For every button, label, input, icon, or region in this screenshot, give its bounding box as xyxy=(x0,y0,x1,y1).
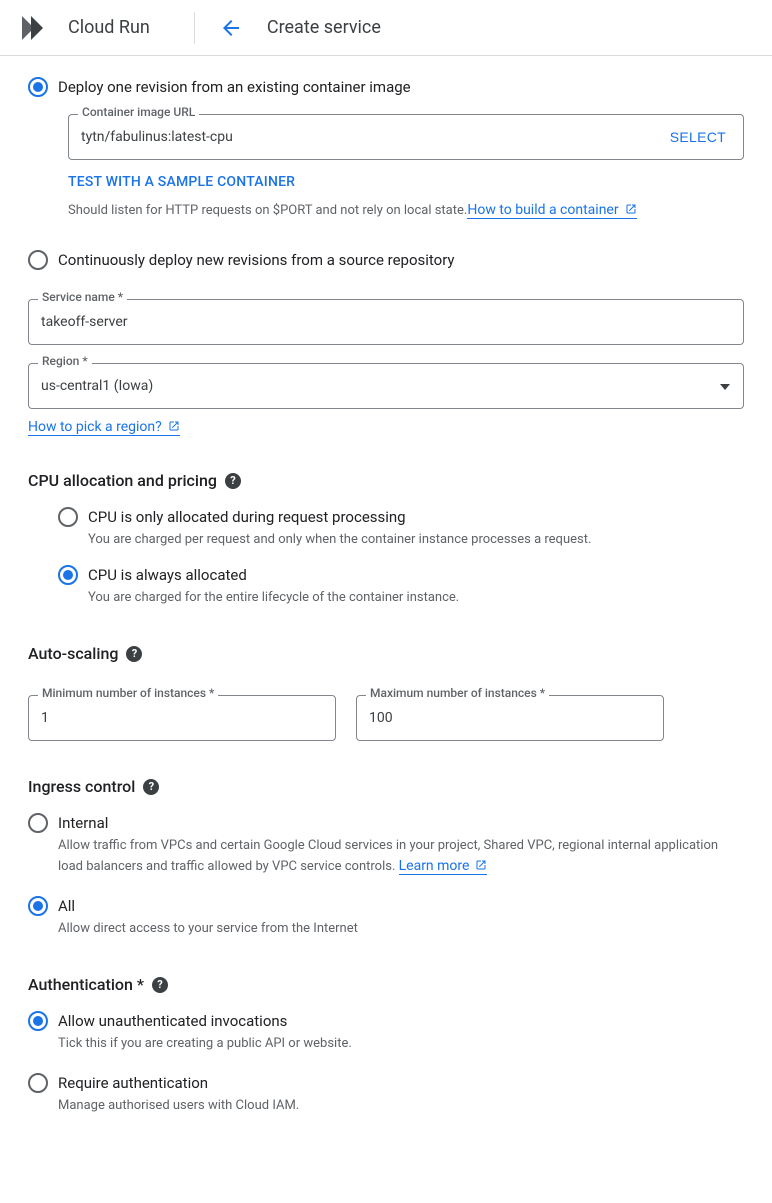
service-name-label: Service name * xyxy=(38,290,127,304)
container-url-input[interactable] xyxy=(68,114,744,160)
max-instances-input[interactable] xyxy=(356,695,664,741)
ingress-all-desc: Allow direct access to your service from… xyxy=(58,919,744,939)
auth-unauth-radio[interactable]: Allow unauthenticated invocations Tick t… xyxy=(28,1010,744,1054)
auth-unauth-desc: Tick this if you are creating a public A… xyxy=(58,1034,744,1054)
container-help-text: Should listen for HTTP requests on $PORT… xyxy=(68,200,744,221)
cloud-run-logo xyxy=(16,10,52,46)
max-instances-label: Maximum number of instances * xyxy=(366,686,549,700)
auth-require-radio[interactable]: Require authentication Manage authorised… xyxy=(28,1072,744,1116)
radio-icon xyxy=(28,813,48,833)
region-select[interactable]: us-central1 (Iowa) xyxy=(28,363,744,409)
ingress-all-label: All xyxy=(58,895,744,917)
ingress-internal-label: Internal xyxy=(58,812,744,834)
cpu-request-desc: You are charged per request and only whe… xyxy=(88,530,744,550)
autoscaling-section-title: Auto-scaling ? xyxy=(28,644,744,663)
deploy-continuous-label: Continuously deploy new revisions from a… xyxy=(58,249,744,271)
auth-require-label: Require authentication xyxy=(58,1072,744,1094)
radio-icon xyxy=(58,507,78,527)
auth-require-desc: Manage authorised users with Cloud IAM. xyxy=(58,1096,744,1116)
min-instances-label: Minimum number of instances * xyxy=(38,686,218,700)
ingress-all-radio[interactable]: All Allow direct access to your service … xyxy=(28,895,744,939)
page-title: Create service xyxy=(267,17,381,38)
cpu-request-label: CPU is only allocated during request pro… xyxy=(88,506,744,528)
radio-icon xyxy=(28,896,48,916)
min-instances-field: Minimum number of instances * xyxy=(28,695,336,741)
cpu-always-desc: You are charged for the entire lifecycle… xyxy=(88,588,744,608)
test-sample-container-link[interactable]: TEST WITH A SAMPLE CONTAINER xyxy=(68,174,295,190)
container-url-field: Container image URL SELECT xyxy=(68,114,744,160)
cpu-always-radio[interactable]: CPU is always allocated You are charged … xyxy=(58,564,744,608)
ingress-section-title: Ingress control ? xyxy=(28,777,744,796)
max-instances-field: Maximum number of instances * xyxy=(356,695,664,741)
back-button[interactable] xyxy=(211,8,251,48)
radio-icon xyxy=(28,1011,48,1031)
arrow-left-icon xyxy=(219,16,243,40)
header-divider xyxy=(194,12,195,44)
form-content: Deploy one revision from an existing con… xyxy=(0,56,772,1164)
how-to-build-container-link[interactable]: How to build a container xyxy=(467,202,636,219)
service-name-field: Service name * xyxy=(28,299,744,345)
how-to-pick-region-link[interactable]: How to pick a region? xyxy=(28,419,180,436)
help-icon[interactable]: ? xyxy=(143,779,159,795)
help-icon[interactable]: ? xyxy=(126,646,142,662)
ingress-internal-radio[interactable]: Internal Allow traffic from VPCs and cer… xyxy=(28,812,744,877)
region-label: Region * xyxy=(38,354,92,368)
ingress-internal-desc: Allow traffic from VPCs and certain Goog… xyxy=(58,836,744,877)
select-image-button[interactable]: SELECT xyxy=(660,121,736,153)
deploy-existing-label: Deploy one revision from an existing con… xyxy=(58,76,744,98)
region-field: Region * us-central1 (Iowa) xyxy=(28,363,744,409)
deploy-mode-existing-radio[interactable]: Deploy one revision from an existing con… xyxy=(28,76,744,98)
radio-icon xyxy=(28,77,48,97)
auth-unauth-label: Allow unauthenticated invocations xyxy=(58,1010,744,1032)
cpu-always-label: CPU is always allocated xyxy=(88,564,744,586)
radio-icon xyxy=(28,250,48,270)
deploy-mode-continuous-radio[interactable]: Continuously deploy new revisions from a… xyxy=(28,249,744,271)
service-name-input[interactable] xyxy=(28,299,744,345)
ingress-learn-more-link[interactable]: Learn more xyxy=(399,858,488,875)
radio-icon xyxy=(28,1073,48,1093)
cpu-section-title: CPU allocation and pricing ? xyxy=(28,471,744,490)
cpu-request-only-radio[interactable]: CPU is only allocated during request pro… xyxy=(58,506,744,550)
container-url-label: Container image URL xyxy=(78,105,199,119)
radio-icon xyxy=(58,565,78,585)
app-header: Cloud Run Create service xyxy=(0,0,772,56)
min-instances-input[interactable] xyxy=(28,695,336,741)
product-name: Cloud Run xyxy=(68,17,186,38)
help-icon[interactable]: ? xyxy=(152,977,168,993)
help-icon[interactable]: ? xyxy=(225,473,241,489)
auth-section-title: Authentication * ? xyxy=(28,975,744,994)
